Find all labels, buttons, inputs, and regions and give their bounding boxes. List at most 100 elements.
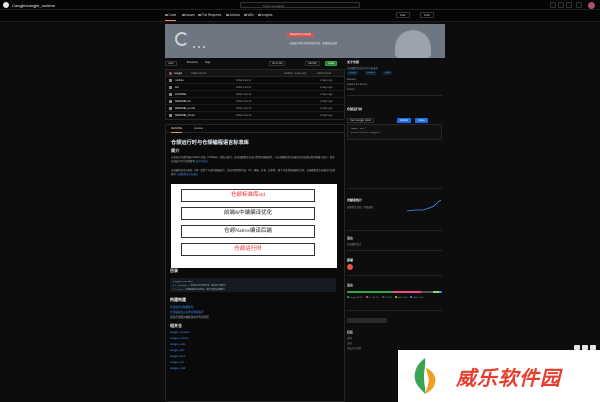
topic-tag[interactable]: runtime	[365, 71, 377, 75]
book-icon	[244, 13, 247, 17]
search-input[interactable]: Type / to search	[240, 2, 360, 8]
community-item[interactable]: 官网	[347, 336, 352, 340]
github-button[interactable]: GitHub	[397, 118, 412, 123]
file-row[interactable]: LICENSE Initial commit 2 days ago	[166, 91, 344, 98]
fork-button[interactable]: Fork	[420, 12, 434, 18]
contributor-avatar[interactable]	[347, 264, 353, 270]
language-segment	[438, 291, 442, 293]
cangjie-logo-icon	[175, 32, 189, 46]
language-item[interactable]: Shell 5.8%	[395, 296, 407, 299]
code-line: import std.*	[351, 127, 366, 130]
related-link[interactable]: cangjie_compiler	[170, 331, 189, 334]
language-segment	[392, 291, 422, 293]
language-percent: 12.4%	[386, 296, 393, 299]
tab-insights-label: Insights	[261, 13, 273, 17]
pull-request-icon	[198, 13, 201, 17]
community-item[interactable]: 文档	[347, 341, 352, 345]
divider	[347, 230, 442, 231]
file-icon	[169, 93, 172, 96]
readme-link[interactable]: Readme	[347, 78, 356, 81]
language-item[interactable]: C++ 30.1%	[365, 296, 379, 299]
dot-icon	[193, 46, 195, 48]
tab-actions[interactable]: Actions	[226, 13, 240, 17]
topic-tag[interactable]: stdlib	[383, 71, 393, 75]
readme-lower: 目录 cangjie_runtime/ ├── runtime # 仓颉运行时代…	[165, 268, 345, 402]
build-link[interactable]: 仓颉运行时构建指导	[170, 305, 193, 309]
subscribe-button[interactable]: Subscribe to unlock	[287, 33, 314, 37]
tab-readme[interactable]: README	[171, 127, 183, 133]
repo-banner: Subscribe to unlock 仓颉运行时社区代码托管仓库 · 欢迎提交…	[165, 24, 445, 58]
tab-code[interactable]: Code	[165, 13, 177, 21]
file-table: cangjie Initial commit 3a1f0c2 · 2 days …	[165, 69, 345, 120]
related-link[interactable]: cangjie_runtime	[170, 337, 188, 340]
file-name[interactable]: README.md	[175, 100, 190, 103]
tab-insights[interactable]: Insights	[258, 13, 273, 17]
file-name[interactable]: std	[175, 86, 178, 89]
deploy-heading: 部署	[347, 258, 354, 262]
tab-pull-requests[interactable]: Pull Requests	[198, 13, 221, 17]
topic-tag[interactable]: cangjie	[347, 71, 358, 75]
community-item[interactable]: 论坛与讨论区	[347, 346, 361, 350]
new-icon[interactable]	[550, 2, 556, 8]
file-name[interactable]: runtime	[175, 79, 184, 82]
commit-message[interactable]: Initial commit	[191, 72, 206, 75]
file-name[interactable]: README_en.md	[175, 107, 195, 110]
diagram-box-backend: 仓颉Native编译后端	[181, 225, 315, 238]
add-file-button[interactable]: Add file	[305, 61, 320, 66]
activity-sparkline	[407, 200, 441, 212]
placeholder-block	[347, 318, 387, 323]
tab-wiki[interactable]: Wiki	[244, 13, 254, 17]
code-button[interactable]: Code	[325, 61, 338, 66]
tags-link[interactable]: Tags	[203, 61, 212, 66]
file-name[interactable]: README_zh.md	[175, 114, 195, 117]
related-link[interactable]: cangjie_stdx	[170, 349, 184, 352]
related-link[interactable]: cangjie_docs	[170, 355, 185, 358]
github-logo-icon[interactable]	[3, 2, 9, 8]
language-item[interactable]: C 12.4%	[381, 296, 393, 299]
tab-issues[interactable]: Issues	[182, 13, 195, 17]
activity-link[interactable]: Activity	[347, 88, 355, 91]
repo-nav: Code Issues Pull Requests Actions Wiki I…	[0, 10, 600, 22]
issues-icon[interactable]	[558, 2, 564, 8]
file-row[interactable]: README.md Initial commit 2 days ago	[166, 98, 344, 105]
star-button[interactable]: Star	[396, 12, 410, 18]
author-avatar[interactable]	[169, 72, 172, 75]
std-link[interactable]: 仓颉编程语言标准库	[176, 173, 198, 176]
intro-link[interactable]: 运行时文档	[196, 160, 208, 163]
license-link[interactable]: Apache-2.0 license	[347, 83, 367, 86]
file-name[interactable]: LICENSE	[175, 93, 186, 96]
language-item[interactable]: Other 3.5%	[410, 296, 423, 299]
repo-path[interactable]: Cangjie/cangjie_runtime	[12, 3, 55, 8]
architecture-diagram: 仓颉标准库std 前端&中端编译优化 仓颉Native编译后端 仓颉运行时	[171, 184, 337, 268]
code-line: cangjie_runtime/	[173, 279, 193, 283]
clone-method-select[interactable]: Use Cangjie Hook	[347, 118, 374, 123]
related-link[interactable]: cangjie_test	[170, 361, 184, 364]
tab-code-label: Code	[168, 13, 177, 17]
file-row[interactable]: runtime Initial commit 2 days ago	[166, 77, 344, 84]
related-link[interactable]: cangjie_multi	[170, 367, 185, 370]
search-placeholder: Type / to search	[263, 3, 285, 8]
inbox-icon[interactable]	[576, 2, 582, 8]
languages-heading: 语言	[347, 283, 354, 287]
build-link[interactable]: 仓颉编程语言标准库构建指导	[170, 310, 204, 314]
file-row[interactable]: README_zh.md Initial commit 2 days ago	[166, 112, 344, 119]
related-link[interactable]: cangjie_tools	[170, 343, 185, 346]
file-row[interactable]: README_en.md Initial commit 2 days ago	[166, 105, 344, 112]
divider	[347, 275, 442, 276]
clone-button[interactable]: Clone	[415, 118, 428, 123]
tab-license[interactable]: License	[194, 127, 203, 130]
language-percent: 30.1%	[372, 296, 379, 299]
branches-link[interactable]: Branches	[185, 61, 200, 66]
commit-hash[interactable]: 3a1f0c2 · 2 days ago	[284, 72, 306, 75]
commit-count[interactable]: 128 Commits	[317, 72, 331, 75]
language-item[interactable]: Cangjie 48.2%	[347, 296, 363, 299]
file-icon	[169, 100, 172, 103]
commit-author[interactable]: cangjie	[174, 72, 182, 75]
goto-file-input[interactable]: Go to file	[269, 61, 286, 66]
diagram-box-std: 仓颉标准库std	[181, 189, 315, 202]
pull-requests-icon[interactable]	[566, 2, 572, 8]
folder-icon	[169, 79, 172, 82]
avatar[interactable]	[588, 2, 595, 9]
file-row[interactable]: std Initial commit 2 days ago	[166, 84, 344, 91]
branch-select[interactable]: main	[165, 61, 177, 66]
